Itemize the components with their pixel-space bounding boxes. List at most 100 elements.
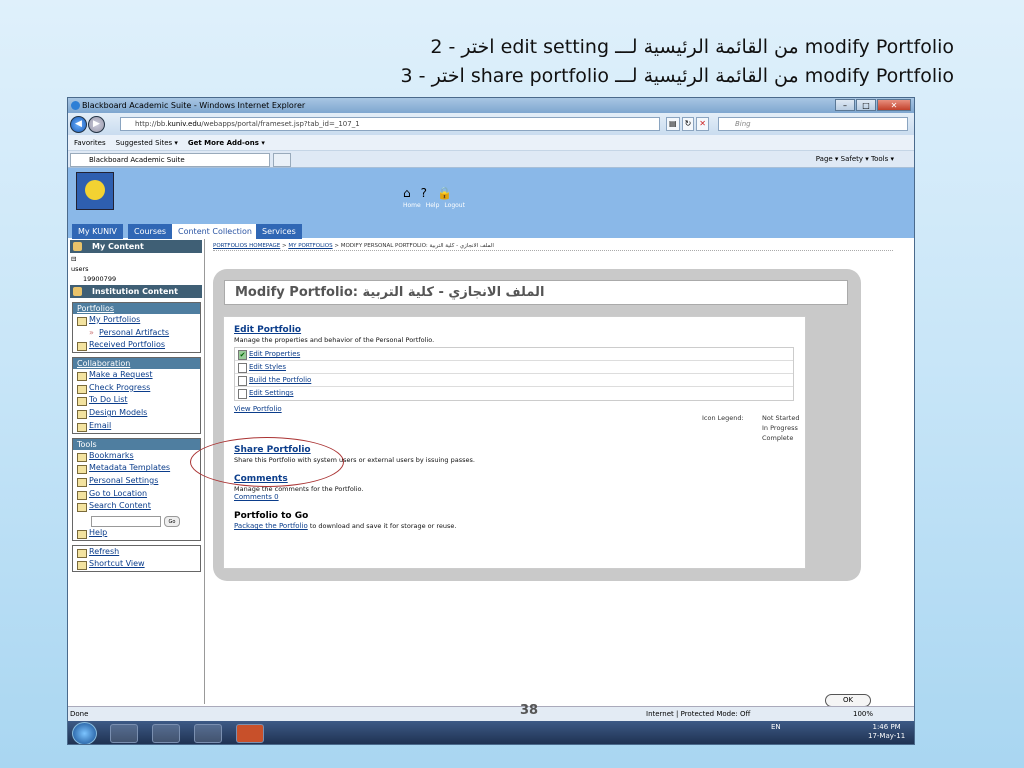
tab-services[interactable]: Services	[256, 224, 302, 239]
tab-courses[interactable]: Courses	[128, 224, 173, 239]
forward-button[interactable]: ▶	[88, 115, 105, 133]
collaboration-box: Collaboration Make a Request Check Progr…	[72, 357, 201, 434]
status-text: Done	[70, 710, 89, 718]
window-title: Blackboard Academic Suite - Windows Inte…	[82, 101, 306, 110]
breadcrumb-current: MODIFY PERSONAL PORTFOLIO: الملف الانجاز…	[340, 243, 494, 249]
go-button[interactable]: Go	[164, 515, 180, 527]
search-input[interactable]: Bing	[718, 117, 908, 131]
taskbar-explorer-icon[interactable]	[152, 724, 180, 743]
clock-date: 17-May-11	[868, 732, 906, 740]
package-portfolio-link[interactable]: Package the Portfolio	[234, 522, 308, 530]
shortcut-view-link[interactable]: Shortcut View	[73, 558, 200, 571]
zoom-level[interactable]: 100%	[853, 707, 873, 721]
edit-portfolio-heading[interactable]: Edit Portfolio	[234, 325, 795, 335]
tab-content-collection[interactable]: Content Collection	[172, 224, 258, 239]
email-link[interactable]: Email	[73, 420, 200, 433]
maximize-button[interactable]: □	[856, 99, 876, 111]
refresh-icon[interactable]: ↻	[681, 117, 695, 131]
bookmarks-link[interactable]: Bookmarks	[73, 450, 200, 463]
modify-portfolio-panel: Modify Portfolio: الملف الانجازي - كلية …	[213, 269, 861, 581]
home-link[interactable]: Home	[403, 202, 421, 209]
breadcrumb-home[interactable]: PORTFOLIOS HOMEPAGE	[213, 243, 280, 249]
tree-collapse-icon[interactable]: ⊟	[71, 254, 204, 264]
blackboard-tabs: My KUNIV Courses Content Collection Serv…	[68, 224, 914, 239]
breadcrumb-my-portfolios[interactable]: MY PORTFOLIOS	[288, 243, 332, 249]
metadata-templates-link[interactable]: Metadata Templates	[73, 462, 200, 475]
view-portfolio-link[interactable]: View Portfolio	[234, 405, 795, 413]
design-models-link[interactable]: Design Models	[73, 407, 200, 420]
system-clock[interactable]: 1:46 PM 17-May-11	[868, 723, 905, 741]
start-button[interactable]	[72, 722, 97, 744]
stop-icon[interactable]: ✕	[696, 117, 709, 131]
check-progress-link[interactable]: Check Progress	[73, 382, 200, 395]
received-portfolios-link[interactable]: Received Portfolios	[73, 339, 200, 352]
content-tree: ⊟ users 19900799	[68, 254, 204, 284]
help-link[interactable]: Help	[426, 202, 440, 209]
edit-styles-link[interactable]: Edit Styles	[235, 361, 793, 374]
todo-list-link[interactable]: To Do List	[73, 394, 200, 407]
logout-link[interactable]: Logout	[444, 202, 465, 209]
collaboration-heading[interactable]: Collaboration	[73, 358, 200, 370]
taskbar-powerpoint-icon[interactable]	[236, 724, 264, 743]
legend-in-progress: In Progress	[762, 424, 798, 432]
new-tab-button[interactable]	[273, 153, 291, 167]
address-bar-row: ◀ ▶ http://bb.kuniv.edu/webapps/portal/f…	[68, 113, 914, 135]
suggested-sites-link[interactable]: Suggested Sites ▾	[116, 139, 178, 147]
package-portfolio-desc: to download and save it for storage or r…	[307, 522, 457, 530]
back-button[interactable]: ◀	[70, 115, 87, 133]
make-request-link[interactable]: Make a Request	[73, 369, 200, 382]
close-window-button[interactable]: ✕	[877, 99, 911, 111]
icon-legend: Icon Legend: Not Started In Progress Comp…	[702, 413, 799, 443]
blackboard-header: ⌂ ? 🔒 Home Help Logout	[68, 168, 914, 224]
tools-heading: Tools	[73, 438, 200, 450]
my-portfolios-link[interactable]: My Portfolios	[73, 314, 200, 327]
university-logo	[76, 172, 114, 210]
tree-item-users[interactable]: users	[71, 264, 204, 274]
taskbar-ie-icon[interactable]	[110, 724, 138, 743]
breadcrumb: PORTFOLIOS HOMEPAGE > MY PORTFOLIOS > MO…	[213, 243, 893, 251]
security-zone[interactable]: Internet | Protected Mode: Off	[646, 707, 750, 721]
compat-view-icon[interactable]: ▤	[666, 117, 680, 131]
address-input[interactable]: http://bb.kuniv.edu/webapps/portal/frame…	[120, 117, 660, 131]
personal-settings-link[interactable]: Personal Settings	[73, 475, 200, 488]
portfolios-box: Portfolios My Portfolios Personal Artifa…	[72, 302, 201, 354]
taskbar-media-icon[interactable]	[194, 724, 222, 743]
go-to-location-link[interactable]: Go to Location	[73, 488, 200, 501]
portfolios-heading[interactable]: Portfolios	[73, 303, 200, 314]
minimize-button[interactable]: –	[835, 99, 855, 111]
ie-icon	[71, 101, 80, 110]
my-content-header[interactable]: My Content	[70, 240, 202, 253]
status-bar: Done 38 Internet | Protected Mode: Off 1…	[68, 703, 914, 721]
favorites-button[interactable]: Favorites	[74, 139, 106, 147]
slide-page-number: 38	[520, 703, 539, 718]
tab-my-kuniv[interactable]: My KUNIV	[72, 224, 123, 239]
edit-properties-link[interactable]: Edit Properties	[235, 348, 793, 361]
content-search-input[interactable]	[91, 515, 161, 527]
help-icon[interactable]: ?	[421, 186, 427, 200]
windows-taskbar: EN 1:46 PM 17-May-11	[68, 721, 914, 744]
slide-title-line-2: 3 - اختر share portfolio من القائمة الرئ…	[400, 65, 954, 87]
help-link-nav[interactable]: Help	[73, 527, 200, 540]
home-icon[interactable]: ⌂	[403, 186, 411, 200]
edit-settings-link[interactable]: Edit Settings	[235, 387, 793, 400]
highlight-oval	[190, 437, 344, 487]
tree-item-user-id[interactable]: 19900799	[71, 274, 204, 284]
search-content-link[interactable]: Search Content	[73, 500, 200, 513]
institution-content-header[interactable]: Institution Content	[70, 285, 202, 298]
get-addons-link[interactable]: Get More Add-ons ▾	[188, 139, 265, 147]
browser-tab-blackboard[interactable]: Blackboard Academic Suite	[70, 153, 270, 167]
language-indicator[interactable]: EN	[771, 723, 781, 731]
edit-steps-list: Edit Properties Edit Styles Build the Po…	[234, 347, 794, 401]
tools-box: Tools Bookmarks Metadata Templates Perso…	[72, 437, 201, 541]
edit-portfolio-desc: Manage the properties and behavior of th…	[234, 336, 435, 344]
comments-count-link[interactable]: Comments 0	[234, 493, 795, 501]
bottom-box: Refresh Shortcut View	[72, 544, 201, 572]
url-path: /webapps/portal/frameset.jsp?tab_id=_107…	[201, 120, 360, 128]
clock-time: 1:46 PM	[872, 723, 901, 731]
personal-artifacts-link[interactable]: Personal Artifacts	[73, 327, 200, 340]
refresh-link[interactable]: Refresh	[73, 546, 200, 559]
legend-label: Icon Legend:	[702, 414, 744, 422]
build-portfolio-link[interactable]: Build the Portfolio	[235, 374, 793, 387]
command-bar[interactable]: Page ▾ Safety ▾ Tools ▾	[816, 155, 894, 163]
logout-icon[interactable]: 🔒	[437, 186, 452, 200]
